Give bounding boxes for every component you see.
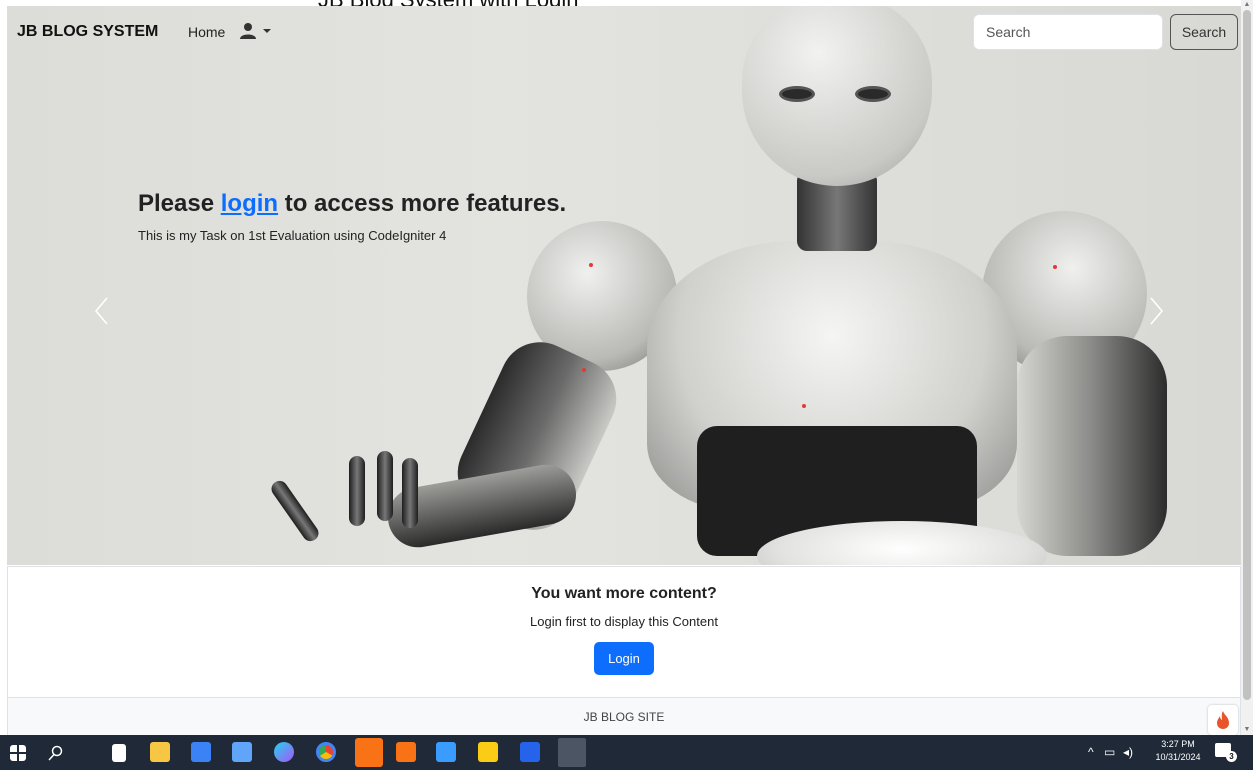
vscode-icon[interactable] bbox=[436, 742, 456, 762]
login-button[interactable]: Login bbox=[594, 642, 654, 675]
network-icon[interactable]: ▭ bbox=[1104, 745, 1115, 759]
chrome-profile-icon[interactable] bbox=[558, 738, 586, 767]
hero-caption: Please login to access more features. Th… bbox=[138, 190, 566, 243]
card-text: Login first to display this Content bbox=[530, 614, 718, 629]
card-title: You want more content? bbox=[531, 585, 717, 602]
sticky-notes-icon[interactable] bbox=[478, 742, 498, 762]
hero-login-link[interactable]: login bbox=[221, 190, 278, 217]
flame-icon bbox=[1217, 711, 1229, 729]
user-icon bbox=[240, 23, 256, 39]
chrome-icon[interactable] bbox=[316, 742, 336, 762]
notification-count-badge: 3 bbox=[1226, 751, 1237, 762]
caret-down-icon bbox=[263, 29, 271, 33]
word-icon[interactable] bbox=[520, 742, 540, 762]
carousel-prev-button[interactable] bbox=[92, 296, 112, 326]
scroll-up-icon[interactable]: ▲ bbox=[1241, 0, 1253, 10]
navbar: JB BLOG SYSTEM Home Search bbox=[7, 6, 1241, 58]
footer: JB BLOG SITE bbox=[7, 697, 1241, 735]
volume-icon[interactable]: ◂) bbox=[1123, 745, 1133, 759]
file-explorer-icon[interactable] bbox=[150, 742, 170, 762]
hero-heading: Please login to access more features. bbox=[138, 190, 567, 217]
file-icon[interactable] bbox=[112, 744, 126, 762]
chevron-right-icon bbox=[1150, 297, 1164, 325]
debug-toolbar-button[interactable] bbox=[1208, 705, 1238, 735]
windows-taskbar: ^ ▭ ◂) 3:27 PM 10/31/2024 3 bbox=[0, 735, 1253, 770]
xampp-icon[interactable] bbox=[396, 742, 416, 762]
windows-start-icon[interactable] bbox=[10, 745, 26, 761]
more-content-card: You want more content? Login first to di… bbox=[7, 566, 1241, 697]
footer-text: JB BLOG SITE bbox=[583, 710, 665, 724]
brand-logo-text[interactable]: JB BLOG SYSTEM bbox=[17, 23, 158, 41]
store-icon[interactable] bbox=[191, 742, 211, 762]
nav-home-link[interactable]: Home bbox=[188, 24, 225, 40]
scroll-down-icon[interactable]: ▼ bbox=[1241, 725, 1253, 735]
browser-viewport: JB Blog System with Login bbox=[0, 0, 1253, 735]
search-button[interactable]: Search bbox=[1170, 14, 1238, 50]
tray-chevron-up-icon[interactable]: ^ bbox=[1088, 745, 1094, 759]
app-badge-icon[interactable] bbox=[355, 738, 383, 767]
copilot-icon[interactable] bbox=[274, 742, 294, 762]
clock-time[interactable]: 3:27 PM bbox=[1148, 739, 1208, 749]
search-icon[interactable] bbox=[48, 745, 64, 761]
chevron-left-icon bbox=[94, 297, 108, 325]
page-scrollbar[interactable]: ▲ ▼ bbox=[1241, 0, 1253, 735]
hero-subtext: This is my Task on 1st Evaluation using … bbox=[138, 228, 447, 243]
user-dropdown-toggle[interactable] bbox=[239, 20, 275, 44]
clock-date[interactable]: 10/31/2024 bbox=[1148, 752, 1208, 762]
mail-icon[interactable] bbox=[232, 742, 252, 762]
robot-image bbox=[7, 6, 1241, 565]
search-input[interactable] bbox=[973, 14, 1163, 50]
scrollbar-thumb[interactable] bbox=[1243, 10, 1251, 700]
hero-carousel: Please login to access more features. Th… bbox=[7, 6, 1241, 565]
carousel-next-button[interactable] bbox=[1146, 296, 1166, 326]
